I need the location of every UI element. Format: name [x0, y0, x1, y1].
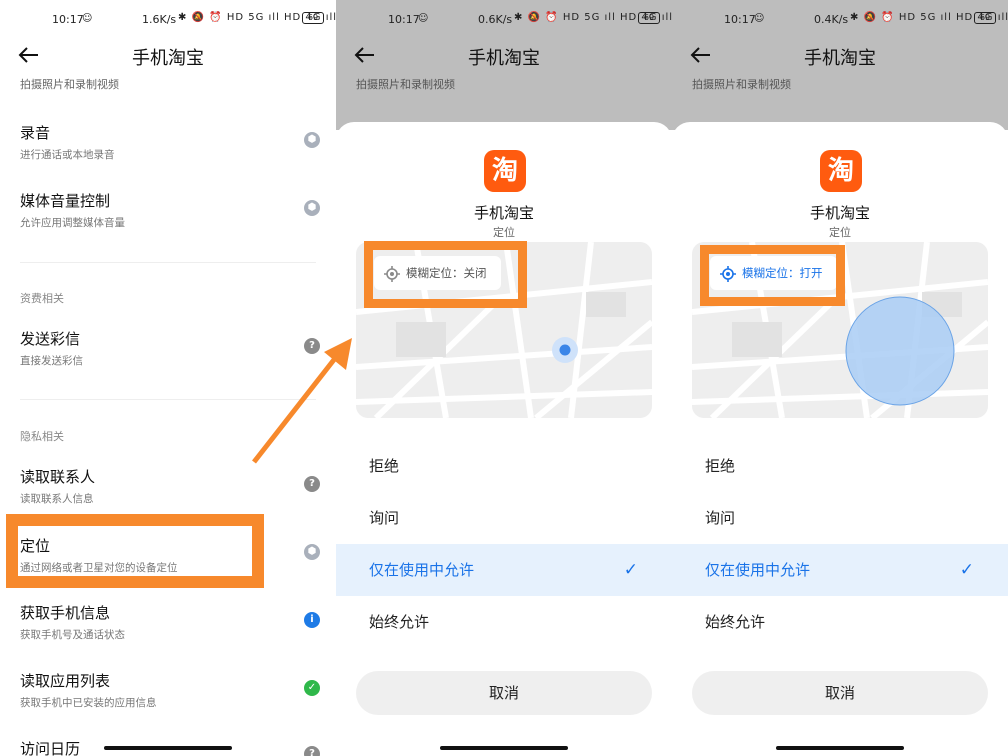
checkmark-icon: ✓ [959, 560, 974, 580]
permission-desc: 获取手机中已安装的应用信息 [20, 697, 157, 709]
permission-name: 定位 [493, 226, 515, 239]
check-circle-icon: ✓ [304, 680, 320, 696]
shield-icon: ⬢ [304, 132, 320, 148]
taobao-app-icon: 淘 [820, 150, 862, 192]
permission-item-phone-info[interactable]: 获取手机信息 获取手机号及通话状态 i [20, 602, 320, 642]
taobao-app-icon: 淘 [484, 150, 526, 192]
fuzzy-highlight-box [700, 245, 845, 306]
status-time: 10:17 [724, 13, 756, 26]
permission-title: 读取应用列表 [20, 672, 111, 690]
notification-icon: ☺ [754, 13, 765, 24]
app-header: 手机淘宝 [0, 38, 336, 74]
app-name: 手机淘宝 [473, 204, 534, 222]
option-label: 仅在使用中允许 [705, 561, 811, 579]
location-dialog-screen-on: 拍摄照片和录制视频 10:17 ☺ 0.4K/s ✱ 🔕 ⏰ HD 5G ıll… [672, 0, 1008, 756]
status-bar: 10:17 ☺ 0.6K/s ✱ 🔕 ⏰ HD 5G ıll HD 4G ıll… [336, 0, 672, 38]
permission-desc: 获取手机号及通话状态 [20, 629, 125, 641]
app-header: 手机淘宝 [672, 38, 1008, 74]
permission-desc: 读取联系人信息 [20, 493, 94, 505]
section-privacy: 隐私相关 [20, 430, 64, 443]
permission-title: 媒体音量控制 [20, 192, 111, 210]
permission-bottom-sheet: 淘 手机淘宝 定位 模糊定位：打开 拒绝 询问 仅在使用中允许 ✓ 始终允许 取… [672, 122, 1008, 756]
notification-icon: ☺ [418, 13, 429, 24]
option-ask[interactable]: 询问 [672, 492, 1008, 544]
permission-bottom-sheet: 淘 手机淘宝 定位 模糊定位：关闭 拒绝 询问 仅在使用中允许 ✓ 始终允许 取… [336, 122, 672, 756]
permission-name: 定位 [829, 226, 851, 239]
status-time: 10:17 [388, 13, 420, 26]
permission-title: 录音 [20, 124, 51, 142]
cut-off-text: 拍摄照片和录制视频 [20, 78, 119, 91]
status-bar: 10:17 ☺ 0.4K/s ✱ 🔕 ⏰ HD 5G ıll HD 4G ıll… [672, 0, 1008, 38]
page-title: 手机淘宝 [468, 48, 540, 69]
notification-icon: ☺ [82, 13, 93, 24]
home-indicator[interactable] [776, 746, 904, 750]
section-fees: 资费相关 [20, 292, 64, 305]
network-speed: 0.4K/s [814, 13, 849, 26]
status-bar: 10:17 ☺ 1.6K/s ✱ 🔕 ⏰ HD 5G ıll HD 4G ıll… [0, 0, 336, 38]
page-title: 手机淘宝 [804, 48, 876, 69]
network-speed: 0.6K/s [478, 13, 513, 26]
battery-icon: 69 [302, 12, 324, 24]
battery-icon: 69 [974, 12, 996, 24]
app-name: 手机淘宝 [809, 204, 870, 222]
permission-desc: 允许应用调整媒体音量 [20, 217, 125, 229]
fuzzy-highlight-box [364, 241, 527, 308]
option-ask[interactable]: 询问 [336, 492, 672, 544]
option-deny[interactable]: 拒绝 [336, 440, 672, 492]
cancel-button[interactable]: 取消 [692, 671, 988, 715]
permission-options: 拒绝 询问 仅在使用中允许 ✓ 始终允许 [672, 440, 1008, 648]
location-highlight-box [6, 514, 264, 588]
permission-item-record[interactable]: 录音 进行通话或本地录音 ⬢ [20, 122, 320, 162]
cut-off-text: 拍摄照片和录制视频 [692, 78, 791, 91]
location-dialog-screen-off: 拍摄照片和录制视频 10:17 ☺ 0.6K/s ✱ 🔕 ⏰ HD 5G ıll… [336, 0, 672, 756]
shield-icon: ⬢ [304, 544, 320, 560]
home-indicator[interactable] [104, 746, 232, 750]
option-always[interactable]: 始终允许 [336, 596, 672, 648]
permission-item-app-list[interactable]: 读取应用列表 获取手机中已安装的应用信息 ✓ [20, 670, 320, 710]
status-time: 10:17 [52, 13, 84, 26]
question-icon: ? [304, 746, 320, 756]
checkmark-icon: ✓ [623, 560, 638, 580]
shield-icon: ⬢ [304, 200, 320, 216]
permission-item-media-volume[interactable]: 媒体音量控制 允许应用调整媒体音量 ⬢ [20, 190, 320, 230]
permission-desc: 进行通话或本地录音 [20, 149, 115, 161]
option-always[interactable]: 始终允许 [672, 596, 1008, 648]
permission-item-contacts[interactable]: 读取联系人 读取联系人信息 ? [20, 466, 320, 506]
option-deny[interactable]: 拒绝 [672, 440, 1008, 492]
permission-title: 获取手机信息 [20, 604, 111, 622]
option-label: 仅在使用中允许 [369, 561, 475, 579]
annotation-arrow [252, 338, 352, 464]
page-title: 手机淘宝 [132, 48, 204, 69]
battery-icon: 69 [638, 12, 660, 24]
question-icon: ? [304, 476, 320, 492]
network-speed: 1.6K/s [142, 13, 177, 26]
option-while-in-use[interactable]: 仅在使用中允许 ✓ [336, 544, 672, 596]
app-header: 手机淘宝 [336, 38, 672, 74]
home-indicator[interactable] [440, 746, 568, 750]
cut-off-text: 拍摄照片和录制视频 [356, 78, 455, 91]
info-icon: i [304, 612, 320, 628]
permission-options: 拒绝 询问 仅在使用中允许 ✓ 始终允许 [336, 440, 672, 648]
cancel-button[interactable]: 取消 [356, 671, 652, 715]
option-while-in-use[interactable]: 仅在使用中允许 ✓ [672, 544, 1008, 596]
divider [20, 262, 316, 263]
